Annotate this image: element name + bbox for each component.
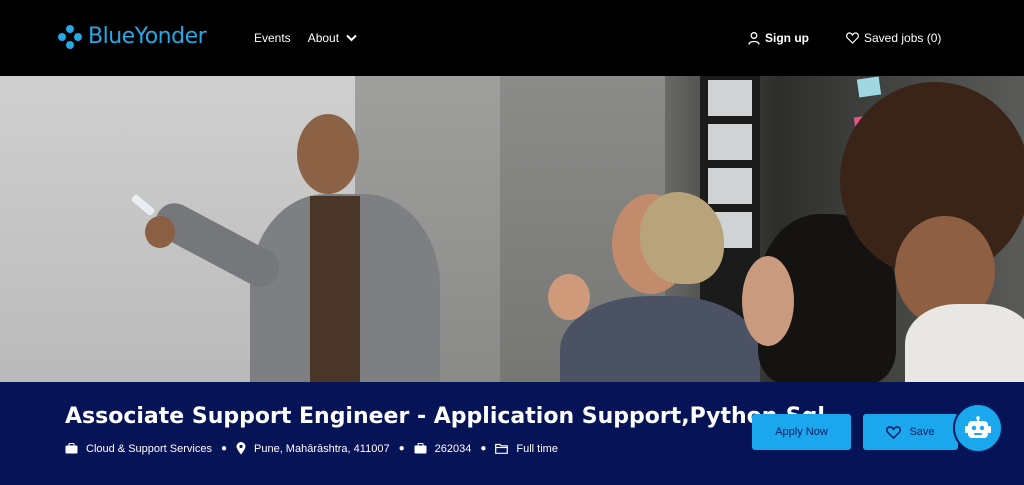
chatbot-button[interactable]: [955, 405, 1001, 451]
seated-man-fist: [548, 274, 590, 320]
heart-icon: [886, 425, 902, 439]
nav-about-label: About: [307, 31, 340, 45]
separator-dot: ●: [480, 443, 487, 454]
heart-icon: [846, 32, 859, 44]
user-icon: [748, 31, 760, 45]
apply-now-button[interactable]: Apply Now: [752, 414, 851, 450]
nav-events[interactable]: Events: [254, 31, 291, 45]
briefcase-icon: [65, 443, 78, 454]
presenter-shirt: [310, 196, 360, 382]
job-title: Associate Support Engineer - Application…: [65, 404, 825, 429]
save-job-button[interactable]: Save: [863, 414, 958, 450]
job-location: Pune, Mahārāshtra, 411007: [236, 442, 390, 455]
seated-man-body: [560, 296, 760, 382]
job-id: 262034: [414, 442, 472, 455]
site-header: BlueYonder Events About Sign up Saved jo…: [0, 0, 1024, 76]
chatbot-icon: [965, 416, 991, 438]
presenter-hand: [145, 216, 175, 248]
save-job-label: Save: [909, 426, 935, 438]
logo-text: BlueYonder: [88, 24, 207, 49]
briefcase-icon: [414, 443, 427, 454]
blueyonder-logo[interactable]: BlueYonder: [58, 24, 207, 49]
sign-up-link[interactable]: Sign up: [748, 31, 809, 45]
sticky-note: [856, 76, 882, 98]
woman-face: [742, 256, 794, 346]
chevron-down-icon: [346, 34, 357, 42]
job-type-label: Full time: [516, 442, 558, 455]
map-pin-icon: [236, 442, 246, 455]
curly-woman-shirt: [905, 304, 1024, 382]
separator-dot: ●: [398, 443, 405, 454]
presenter-head: [297, 114, 359, 194]
job-type: Full time: [495, 443, 558, 455]
job-category-label: Cloud & Support Services: [86, 442, 212, 455]
sign-up-label: Sign up: [765, 31, 809, 45]
logo-mark-icon: [58, 24, 82, 49]
folder-icon: [495, 443, 509, 454]
hero-image: [0, 76, 1024, 382]
job-id-label: 262034: [434, 442, 472, 455]
separator-dot: ●: [220, 443, 227, 454]
job-meta: Cloud & Support Services ● Pune, Mahārās…: [65, 442, 558, 455]
saved-jobs-label: Saved jobs (0): [864, 31, 942, 45]
saved-jobs-link[interactable]: Saved jobs (0): [846, 31, 941, 45]
job-location-label: Pune, Mahārāshtra, 411007: [254, 442, 390, 455]
main-nav: Events About: [254, 31, 357, 45]
job-category: Cloud & Support Services: [65, 443, 212, 455]
nav-about[interactable]: About: [308, 31, 357, 45]
